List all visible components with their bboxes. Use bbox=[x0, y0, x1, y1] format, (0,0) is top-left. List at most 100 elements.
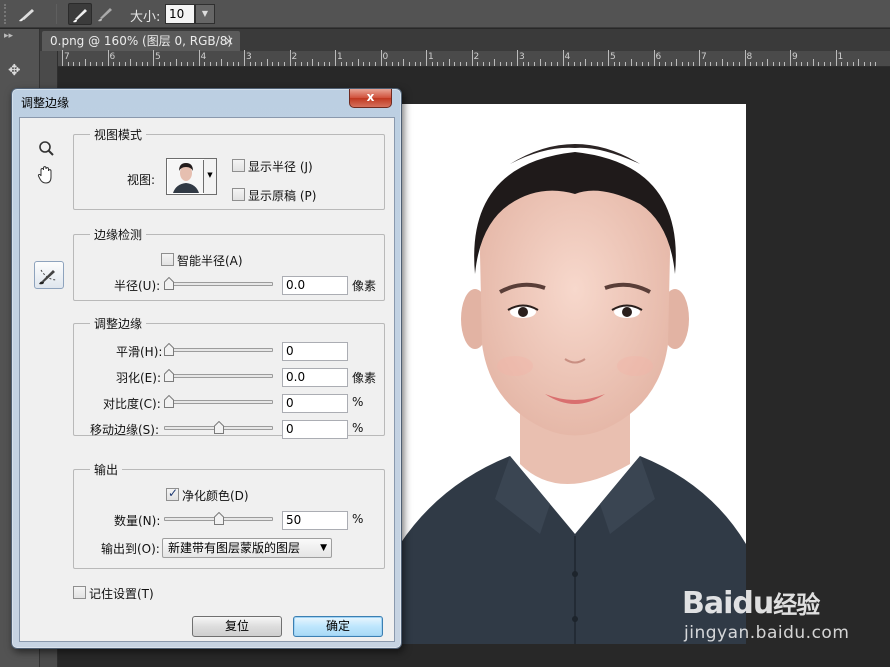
erase-refinements-icon[interactable] bbox=[94, 3, 118, 25]
ruler-tick bbox=[369, 62, 371, 66]
ruler-tick bbox=[221, 59, 223, 66]
ruler-tick bbox=[255, 62, 257, 66]
ruler-tick bbox=[62, 50, 63, 66]
ruler-tick-label: 4 bbox=[200, 52, 207, 62]
ruler-tick-label: 8 bbox=[746, 52, 753, 62]
amount-slider[interactable] bbox=[164, 512, 273, 526]
output-to-label: 输出到(O): bbox=[101, 542, 160, 556]
reset-button[interactable]: 复位 bbox=[192, 616, 282, 637]
hand-tool-icon[interactable] bbox=[34, 164, 58, 186]
smooth-slider[interactable] bbox=[164, 343, 273, 357]
refine-radius-tool-button[interactable] bbox=[34, 261, 64, 289]
ruler-tick bbox=[278, 62, 280, 66]
ruler-tick bbox=[681, 62, 683, 66]
ruler-tick bbox=[135, 62, 137, 66]
ruler-tick bbox=[687, 62, 689, 66]
shift-edge-input[interactable]: 0 bbox=[282, 420, 348, 439]
ruler-tick bbox=[790, 50, 791, 66]
ruler-tick bbox=[96, 62, 98, 66]
move-tool-icon[interactable]: ✥ bbox=[8, 61, 21, 79]
contrast-slider-thumb[interactable] bbox=[164, 395, 174, 408]
ruler-tick bbox=[437, 62, 439, 66]
show-original-checkbox[interactable] bbox=[232, 188, 245, 201]
refine-radius-brush-icon bbox=[39, 269, 58, 285]
ruler-tick bbox=[659, 62, 661, 66]
view-mode-group: 视图模式 bbox=[73, 126, 385, 210]
view-thumbnail bbox=[168, 160, 204, 193]
portrait-image bbox=[400, 104, 746, 644]
ruler-tick bbox=[272, 62, 274, 66]
radius-unit: 像素 bbox=[352, 279, 377, 293]
ruler-tick bbox=[124, 62, 126, 66]
radius-input[interactable]: 0.0 bbox=[282, 276, 348, 295]
collapse-panel-icon[interactable]: ▸▸ bbox=[4, 31, 13, 41]
ruler-tick bbox=[863, 62, 865, 66]
ruler-tick bbox=[755, 62, 757, 66]
ruler-tick bbox=[482, 62, 484, 66]
ruler-tick bbox=[846, 62, 848, 66]
show-radius-checkbox[interactable] bbox=[232, 159, 245, 172]
output-legend: 输出 bbox=[94, 463, 119, 477]
output-to-select[interactable]: 新建带有图层蒙版的图层 ▼ bbox=[162, 538, 332, 558]
feather-input[interactable]: 0.0 bbox=[282, 368, 348, 387]
zoom-tool-icon[interactable] bbox=[34, 138, 58, 160]
radius-slider-thumb[interactable] bbox=[164, 277, 174, 290]
remember-settings-checkbox[interactable] bbox=[73, 586, 86, 599]
feather-slider-thumb[interactable] bbox=[164, 369, 174, 382]
ruler-tick bbox=[397, 62, 399, 66]
watermark-brand: Baidu经验 bbox=[682, 586, 820, 621]
ruler-tick bbox=[465, 62, 467, 66]
dialog-title: 调整边缘 bbox=[21, 96, 70, 110]
document-tab-close-icon[interactable]: × bbox=[224, 31, 234, 51]
amount-input[interactable]: 50 bbox=[282, 511, 348, 530]
ruler-tick bbox=[170, 62, 172, 66]
ruler-tick bbox=[249, 62, 251, 66]
ruler-tick bbox=[329, 62, 331, 66]
ruler-tick bbox=[875, 62, 877, 66]
ruler-tick bbox=[704, 62, 706, 66]
amount-slider-thumb[interactable] bbox=[214, 512, 224, 525]
document-tab[interactable]: 0.png @ 160% (图层 0, RGB/8) × bbox=[42, 31, 240, 51]
ruler-tick-label: 2 bbox=[291, 52, 298, 62]
shift-edge-slider-thumb[interactable] bbox=[214, 421, 224, 434]
ruler-tick-label: 6 bbox=[655, 52, 662, 62]
smooth-slider-thumb[interactable] bbox=[164, 343, 174, 356]
view-dropdown-arrow-icon[interactable]: ▼ bbox=[204, 159, 216, 194]
ruler-tick-label: 7 bbox=[701, 52, 707, 62]
view-mode-dropdown[interactable]: ▼ bbox=[166, 158, 217, 195]
ruler-tick bbox=[801, 62, 803, 66]
contrast-slider[interactable] bbox=[164, 395, 273, 409]
feather-slider[interactable] bbox=[164, 369, 273, 383]
ruler-tick bbox=[556, 62, 558, 66]
contrast-input[interactable]: 0 bbox=[282, 394, 348, 413]
ruler-tick bbox=[761, 62, 763, 66]
radius-slider[interactable] bbox=[164, 277, 273, 291]
horizontal-ruler[interactable]: 7 6 5 4 3 2 1 0 1 2 3 4 5 6 7 8 9 1 bbox=[58, 50, 890, 67]
refine-edge-dialog: 调整边缘 x 视图模式 视图: ▼ 显示半径 (J) 显示原稿 (P) 边缘检测… bbox=[11, 88, 402, 649]
ruler-tick bbox=[642, 62, 644, 66]
options-bar-grip[interactable] bbox=[4, 4, 7, 24]
ruler-tick bbox=[340, 62, 342, 66]
radius-label: 半径(U): bbox=[114, 279, 161, 293]
shift-edge-slider[interactable] bbox=[164, 421, 273, 435]
shift-edge-unit: % bbox=[352, 421, 364, 435]
expand-brush-icon[interactable] bbox=[68, 3, 92, 25]
smart-radius-checkbox[interactable] bbox=[161, 253, 174, 266]
ruler-tick bbox=[716, 62, 718, 66]
ruler-tick-label: 1 bbox=[337, 52, 343, 62]
smooth-input[interactable]: 0 bbox=[282, 342, 348, 361]
ruler-tick bbox=[653, 50, 655, 66]
ok-button[interactable]: 确定 bbox=[293, 616, 383, 637]
brush-tool-preset-icon[interactable] bbox=[16, 3, 40, 25]
ruler-tick bbox=[420, 62, 422, 66]
size-dropdown-button[interactable]: ▼ bbox=[195, 4, 215, 24]
feather-unit: 像素 bbox=[352, 371, 377, 385]
output-to-value: 新建带有图层蒙版的图层 bbox=[168, 541, 301, 555]
size-input[interactable]: 10 bbox=[165, 4, 195, 24]
ruler-tick bbox=[215, 62, 217, 66]
ruler-tick bbox=[744, 50, 746, 66]
decontaminate-colors-checkbox[interactable] bbox=[166, 486, 179, 501]
dialog-close-button[interactable]: x bbox=[349, 89, 392, 108]
ruler-tick bbox=[539, 59, 541, 66]
adjust-edge-legend: 调整边缘 bbox=[94, 317, 143, 331]
